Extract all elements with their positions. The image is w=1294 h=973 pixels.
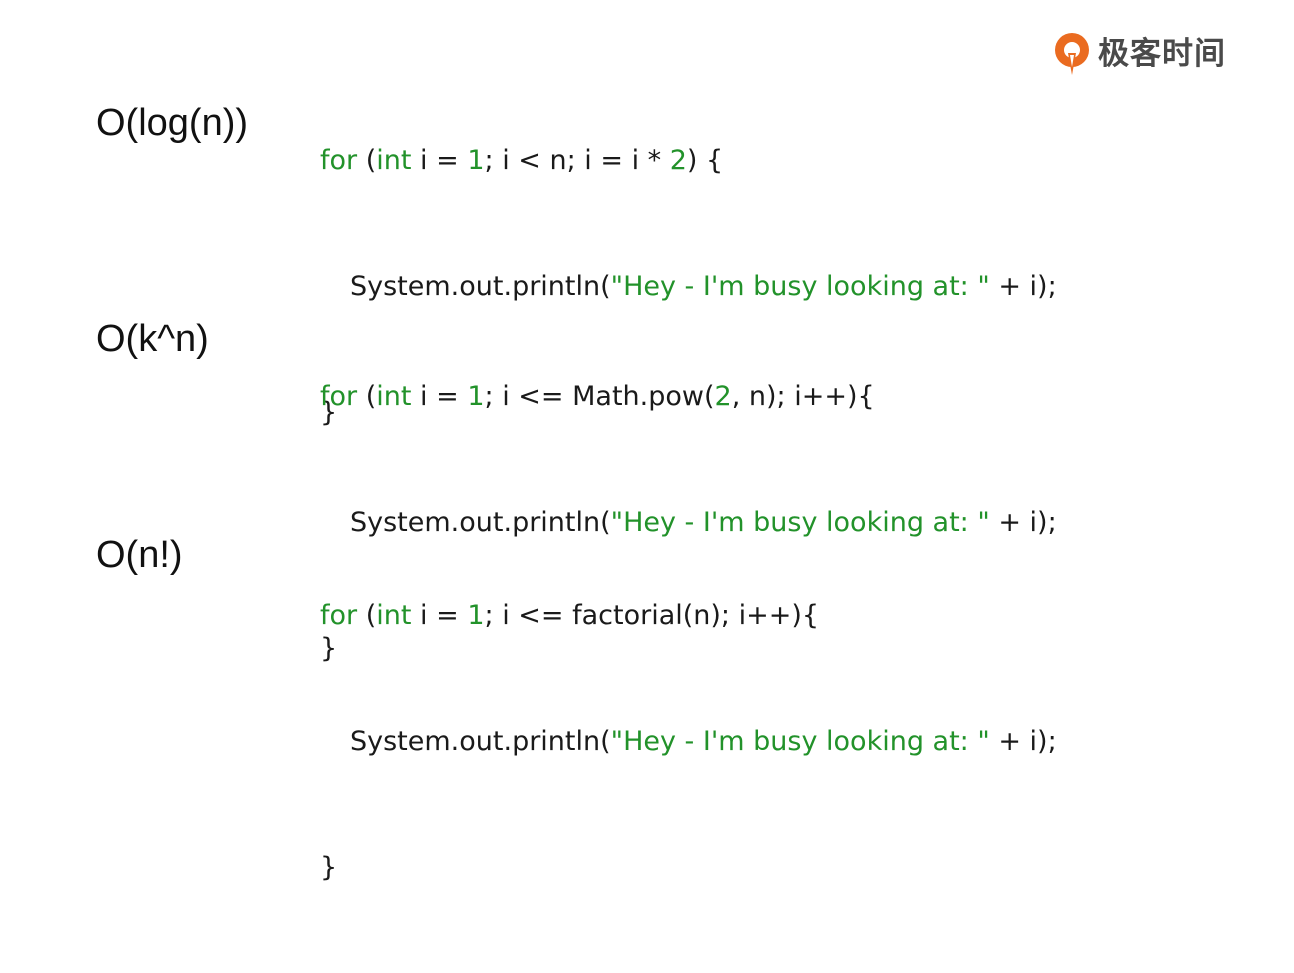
- complexity-label: O(k^n): [96, 318, 209, 360]
- code-text: i =: [411, 600, 468, 631]
- code-line-1: for (int i = 1; i <= Math.pow(2, n); i++…: [320, 376, 1057, 418]
- number-literal: 2: [669, 145, 687, 176]
- code-line-2: System.out.println("Hey - I'm busy looki…: [320, 721, 1057, 763]
- code-text: ; i <= factorial(n); i++){: [484, 600, 820, 631]
- keyword-for: for: [320, 600, 358, 631]
- code-text: , n); i++){: [731, 381, 875, 412]
- code-line-1: for (int i = 1; i <= factorial(n); i++){: [320, 595, 1057, 637]
- brand-name: 极客时间: [1098, 35, 1226, 72]
- code-text: i =: [411, 145, 468, 176]
- code-text: (: [357, 600, 377, 631]
- keyword-int: int: [376, 381, 412, 412]
- number-literal: 1: [467, 381, 485, 412]
- string-literal: "Hey - I'm busy looking at: ": [610, 726, 990, 757]
- code-text: ; i < n; i = i *: [484, 145, 670, 176]
- complexity-label: O(log(n)): [96, 102, 249, 144]
- code-block: for (int i = 1; i <= factorial(n); i++){…: [320, 511, 1057, 973]
- code-text: (: [357, 381, 377, 412]
- keyword-int: int: [376, 145, 412, 176]
- code-text: + i);: [989, 726, 1057, 757]
- code-text: ; i <= Math.pow(: [484, 381, 715, 412]
- code-text: System.out.println(: [350, 726, 611, 757]
- code-text: (: [357, 145, 377, 176]
- complexity-label: O(n!): [96, 534, 183, 576]
- keyword-int: int: [376, 600, 412, 631]
- code-text: i =: [411, 381, 468, 412]
- number-literal: 1: [467, 145, 485, 176]
- brand-logo: 极客时间: [1052, 30, 1226, 78]
- number-literal: 1: [467, 600, 485, 631]
- code-line-1: for (int i = 1; i < n; i = i * 2) {: [320, 140, 1057, 182]
- code-text: ) {: [686, 145, 724, 176]
- number-literal: 2: [714, 381, 732, 412]
- keyword-for: for: [320, 381, 358, 412]
- keyword-for: for: [320, 145, 358, 176]
- code-line-3: }: [320, 852, 338, 883]
- geektime-logo-icon: [1055, 33, 1089, 75]
